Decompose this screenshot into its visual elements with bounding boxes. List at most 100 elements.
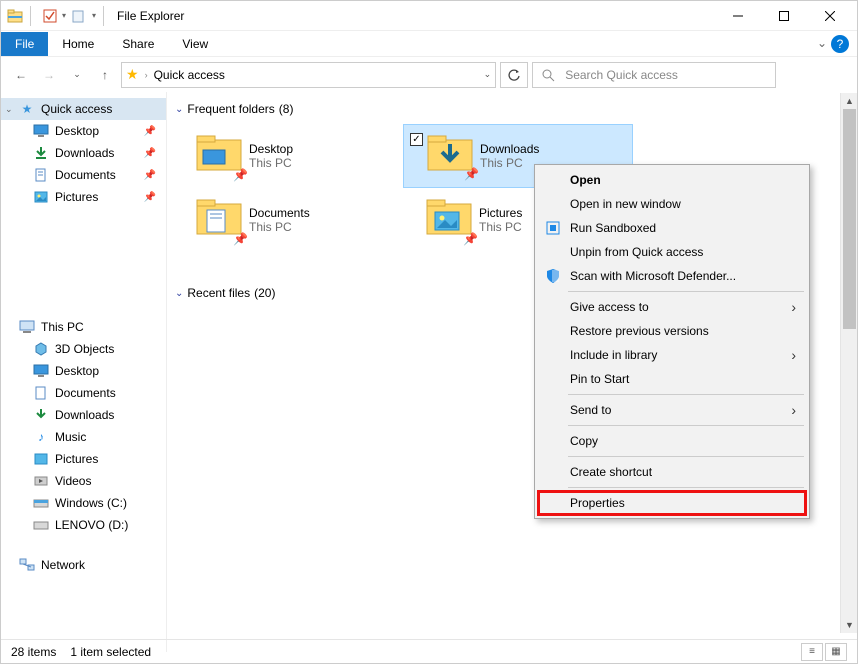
- chevron-down-icon: ⌄: [175, 104, 183, 115]
- pin-icon: 📌: [144, 192, 156, 203]
- sidebar-item-videos[interactable]: Videos: [1, 470, 166, 492]
- recent-locations-button[interactable]: ⌄: [65, 63, 89, 87]
- menu-run-sandboxed[interactable]: Run Sandboxed: [538, 216, 806, 240]
- submenu-arrow-icon: ›: [791, 347, 796, 363]
- sidebar-item-network[interactable]: Network: [1, 554, 166, 576]
- minimize-button[interactable]: [715, 1, 761, 31]
- menu-give-access[interactable]: Give access to›: [538, 295, 806, 319]
- back-button[interactable]: ←: [9, 63, 33, 87]
- menu-copy[interactable]: Copy: [538, 429, 806, 453]
- context-menu: Open Open in new window Run Sandboxed Un…: [534, 164, 810, 519]
- maximize-button[interactable]: [761, 1, 807, 31]
- sidebar-item-this-pc[interactable]: This PC: [1, 316, 166, 338]
- view-large-icons-button[interactable]: ▦: [825, 643, 847, 661]
- pictures-icon: [33, 451, 49, 467]
- videos-icon: [33, 473, 49, 489]
- pictures-icon: [33, 189, 49, 205]
- scroll-down-button[interactable]: ▼: [841, 617, 858, 633]
- menu-include-library[interactable]: Include in library›: [538, 343, 806, 367]
- pin-icon: 📌: [144, 170, 156, 181]
- downloads-icon: [33, 145, 49, 161]
- sidebar-item-desktop-pc[interactable]: Desktop: [1, 360, 166, 382]
- star-icon: ★: [19, 101, 35, 117]
- scroll-thumb[interactable]: [843, 109, 856, 329]
- help-button[interactable]: ?: [831, 35, 849, 53]
- menu-pin-start[interactable]: Pin to Start: [538, 367, 806, 391]
- pin-icon: 📌: [463, 232, 478, 246]
- pin-icon: 📌: [144, 148, 156, 159]
- quick-access-icon: ★: [126, 66, 139, 83]
- ribbon-expand-icon[interactable]: ⌄: [817, 36, 827, 50]
- chevron-down-icon: ⌄: [175, 288, 183, 299]
- music-icon: ♪: [33, 429, 49, 445]
- folder-desktop[interactable]: DesktopThis PC 📌: [173, 124, 403, 188]
- menu-restore-versions[interactable]: Restore previous versions: [538, 319, 806, 343]
- status-bar: 28 items 1 item selected ≡ ▦: [1, 639, 857, 663]
- menu-open-new-window[interactable]: Open in new window: [538, 192, 806, 216]
- close-button[interactable]: [807, 1, 853, 31]
- menu-send-to[interactable]: Send to›: [538, 398, 806, 422]
- tab-view[interactable]: View: [168, 32, 222, 56]
- forward-button[interactable]: →: [37, 63, 61, 87]
- selection-checkbox[interactable]: ✓: [410, 133, 423, 146]
- desktop-icon: [33, 123, 49, 139]
- drive-icon: [33, 517, 49, 533]
- 3d-icon: [33, 341, 49, 357]
- search-icon: [541, 68, 555, 82]
- file-tab[interactable]: File: [1, 32, 48, 56]
- refresh-button[interactable]: [500, 62, 528, 88]
- sidebar-item-quick-access[interactable]: ⌄ ★ Quick access: [1, 98, 166, 120]
- address-bar[interactable]: ★ › Quick access ⌄: [121, 62, 496, 88]
- view-details-button[interactable]: ≡: [801, 643, 823, 661]
- pc-icon: [19, 319, 35, 335]
- desktop-icon: [33, 363, 49, 379]
- quick-access-toolbar: ▾ ▾: [5, 6, 111, 26]
- qat-newfolder-icon[interactable]: [70, 8, 86, 24]
- submenu-arrow-icon: ›: [791, 299, 796, 315]
- sidebar-label: Quick access: [41, 102, 112, 116]
- up-button[interactable]: ↑: [93, 63, 117, 87]
- documents-icon: [33, 385, 49, 401]
- sidebar-item-pictures[interactable]: Pictures 📌: [1, 186, 166, 208]
- menu-unpin[interactable]: Unpin from Quick access: [538, 240, 806, 264]
- status-selected: 1 item selected: [70, 645, 151, 659]
- sidebar-item-desktop[interactable]: Desktop 📌: [1, 120, 166, 142]
- address-location: Quick access: [154, 68, 225, 82]
- tab-share[interactable]: Share: [108, 32, 168, 56]
- menu-create-shortcut[interactable]: Create shortcut: [538, 460, 806, 484]
- defender-icon: [544, 267, 562, 285]
- window-title: File Explorer: [117, 9, 184, 23]
- chevron-down-icon[interactable]: ⌄: [5, 104, 13, 115]
- sidebar-item-downloads-pc[interactable]: Downloads: [1, 404, 166, 426]
- frequent-folders-header[interactable]: ⌄ Frequent folders (8): [173, 98, 857, 124]
- menu-open[interactable]: Open: [538, 168, 806, 192]
- documents-icon: [33, 167, 49, 183]
- sidebar-item-3d-objects[interactable]: 3D Objects: [1, 338, 166, 360]
- downloads-icon: [33, 407, 49, 423]
- tab-home[interactable]: Home: [48, 32, 108, 56]
- sidebar-item-documents-pc[interactable]: Documents: [1, 382, 166, 404]
- navigation-pane: ⌄ ★ Quick access Desktop 📌 Downloads 📌 D…: [1, 92, 166, 652]
- pin-icon: 📌: [233, 232, 248, 246]
- sidebar-item-music[interactable]: ♪Music: [1, 426, 166, 448]
- drive-icon: [33, 495, 49, 511]
- submenu-arrow-icon: ›: [791, 402, 796, 418]
- folder-documents[interactable]: DocumentsThis PC 📌: [173, 188, 403, 252]
- vertical-scrollbar[interactable]: ▲ ▼: [840, 93, 857, 633]
- qat-properties-icon[interactable]: [42, 8, 58, 24]
- scroll-up-button[interactable]: ▲: [841, 93, 858, 109]
- sidebar-item-documents[interactable]: Documents 📌: [1, 164, 166, 186]
- menu-properties[interactable]: Properties: [538, 491, 806, 515]
- sandbox-icon: [544, 219, 562, 237]
- sidebar-item-drive-d[interactable]: LENOVO (D:): [1, 514, 166, 536]
- menu-scan-defender[interactable]: Scan with Microsoft Defender...: [538, 264, 806, 288]
- sidebar-item-pictures-pc[interactable]: Pictures: [1, 448, 166, 470]
- search-box[interactable]: Search Quick access: [532, 62, 776, 88]
- network-icon: [19, 557, 35, 573]
- pin-icon: 📌: [144, 126, 156, 137]
- sidebar-item-downloads[interactable]: Downloads 📌: [1, 142, 166, 164]
- search-placeholder: Search Quick access: [565, 68, 678, 82]
- pin-icon: 📌: [464, 167, 479, 181]
- pin-icon: 📌: [233, 168, 248, 182]
- sidebar-item-drive-c[interactable]: Windows (C:): [1, 492, 166, 514]
